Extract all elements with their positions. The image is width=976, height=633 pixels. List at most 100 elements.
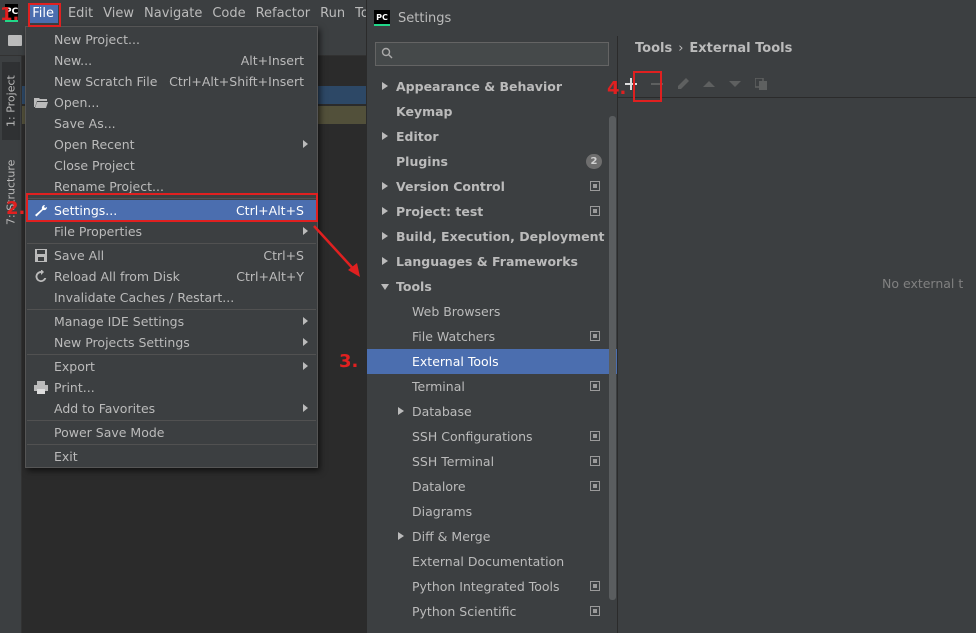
menu-item-label: Save All bbox=[54, 248, 105, 263]
menu-item-shortcut: Ctrl+S bbox=[263, 248, 304, 263]
annotation-arrow-icon bbox=[313, 225, 360, 277]
tree-item-external-documentation[interactable]: External Documentation bbox=[367, 549, 617, 574]
external-tools-toolbar bbox=[618, 70, 976, 98]
tool-window-tab-project[interactable]: 1: Project bbox=[2, 62, 20, 140]
menu-item-invalidate-caches[interactable]: Invalidate Caches / Restart... bbox=[26, 287, 317, 308]
expand-arrow-icon bbox=[382, 182, 388, 190]
submenu-arrow-icon bbox=[303, 362, 308, 370]
tree-item-terminal[interactable]: Terminal bbox=[367, 374, 617, 399]
settings-dialog: PC Settings Appearance & Behavior Keymap… bbox=[366, 0, 976, 633]
menu-item-new-projects-settings[interactable]: New Projects Settings bbox=[26, 332, 317, 353]
tree-item-label: Database bbox=[412, 404, 472, 419]
menu-item-manage-ide-settings[interactable]: Manage IDE Settings bbox=[26, 311, 317, 332]
tree-item-file-watchers[interactable]: File Watchers bbox=[367, 324, 617, 349]
annotation-box-settings bbox=[26, 193, 318, 222]
menu-item-label: New... bbox=[54, 53, 93, 68]
copy-tool-button[interactable] bbox=[751, 74, 771, 94]
tree-item-diff-merge[interactable]: Diff & Merge bbox=[367, 524, 617, 549]
edit-tool-button[interactable] bbox=[673, 74, 693, 94]
tree-item-ssh-terminal[interactable]: SSH Terminal bbox=[367, 449, 617, 474]
tree-item-label: Python Integrated Tools bbox=[412, 579, 560, 594]
menu-item-new[interactable]: New... Alt+Insert bbox=[26, 50, 317, 71]
breadcrumb-parent[interactable]: Tools bbox=[635, 41, 672, 56]
menu-item-label: Exit bbox=[54, 449, 78, 464]
tree-item-web-browsers[interactable]: Web Browsers bbox=[367, 299, 617, 324]
tree-item-label: SSH Configurations bbox=[412, 429, 533, 444]
menu-item-open-recent[interactable]: Open Recent bbox=[26, 134, 317, 155]
tree-item-version-control[interactable]: Version Control bbox=[367, 174, 617, 199]
menu-separator bbox=[27, 309, 316, 310]
menu-item-label: Save As... bbox=[54, 116, 116, 131]
tree-item-languages-frameworks[interactable]: Languages & Frameworks bbox=[367, 249, 617, 274]
menu-item-export[interactable]: Export bbox=[26, 356, 317, 377]
menu-item-power-save-mode[interactable]: Power Save Mode bbox=[26, 422, 317, 443]
menu-edit[interactable]: Edit bbox=[68, 6, 93, 21]
menu-code[interactable]: Code bbox=[212, 6, 245, 21]
tree-scrollbar[interactable] bbox=[609, 116, 616, 600]
tree-item-plugins[interactable]: Plugins 2 bbox=[367, 149, 617, 174]
menu-item-reload-all[interactable]: Reload All from Disk Ctrl+Alt+Y bbox=[26, 266, 317, 287]
arrow-up-icon bbox=[703, 81, 715, 87]
submenu-arrow-icon bbox=[303, 404, 308, 412]
tree-item-project-test[interactable]: Project: test bbox=[367, 199, 617, 224]
menu-item-label: New Projects Settings bbox=[54, 335, 190, 350]
folder-icon bbox=[8, 35, 22, 46]
tree-item-label: Appearance & Behavior bbox=[396, 79, 562, 94]
tree-item-label: Build, Execution, Deployment bbox=[396, 229, 605, 244]
menu-view[interactable]: View bbox=[103, 6, 134, 21]
printer-icon bbox=[34, 381, 48, 394]
menu-item-save-as[interactable]: Save As... bbox=[26, 113, 317, 134]
tree-item-keymap[interactable]: Keymap bbox=[367, 99, 617, 124]
menu-separator bbox=[27, 420, 316, 421]
tree-item-datalore[interactable]: Datalore bbox=[367, 474, 617, 499]
project-level-icon bbox=[590, 206, 600, 216]
tree-item-database[interactable]: Database bbox=[367, 399, 617, 424]
menu-item-new-scratch-file[interactable]: New Scratch File Ctrl+Alt+Shift+Insert bbox=[26, 71, 317, 92]
tree-item-label: Project: test bbox=[396, 204, 484, 219]
tree-item-label: Diagrams bbox=[412, 504, 473, 519]
open-folder-icon bbox=[34, 98, 48, 108]
tree-item-external-tools[interactable]: External Tools bbox=[367, 349, 617, 374]
tree-item-ssh-configurations[interactable]: SSH Configurations bbox=[367, 424, 617, 449]
project-level-icon bbox=[590, 431, 600, 441]
tree-item-label: Diff & Merge bbox=[412, 529, 491, 544]
menu-item-close-project[interactable]: Close Project bbox=[26, 155, 317, 176]
tree-item-appearance-behavior[interactable]: Appearance & Behavior bbox=[367, 74, 617, 99]
menu-refactor[interactable]: Refactor bbox=[256, 6, 311, 21]
tree-item-editor[interactable]: Editor bbox=[367, 124, 617, 149]
tree-item-build-execution-deployment[interactable]: Build, Execution, Deployment bbox=[367, 224, 617, 249]
collapse-arrow-icon bbox=[381, 284, 389, 290]
submenu-arrow-icon bbox=[303, 317, 308, 325]
pencil-icon bbox=[678, 78, 689, 89]
menu-item-save-all[interactable]: Save All Ctrl+S bbox=[26, 245, 317, 266]
expand-arrow-icon bbox=[382, 132, 388, 140]
tree-item-label: Web Browsers bbox=[412, 304, 501, 319]
menu-run[interactable]: Run bbox=[320, 6, 345, 21]
menu-item-exit[interactable]: Exit bbox=[26, 446, 317, 467]
menu-item-label: Add to Favorites bbox=[54, 401, 156, 416]
tree-item-diagrams[interactable]: Diagrams bbox=[367, 499, 617, 524]
annotation-step-3: 3. bbox=[339, 351, 359, 372]
menu-item-print[interactable]: Print... bbox=[26, 377, 317, 398]
project-level-icon bbox=[590, 331, 600, 341]
menu-item-label: Invalidate Caches / Restart... bbox=[54, 290, 235, 305]
move-down-button[interactable] bbox=[725, 74, 745, 94]
menu-navigate[interactable]: Navigate bbox=[144, 6, 202, 21]
menu-item-label: Manage IDE Settings bbox=[54, 314, 185, 329]
menu-item-file-properties[interactable]: File Properties bbox=[26, 221, 317, 242]
breadcrumb-separator: › bbox=[678, 41, 684, 56]
menu-item-new-project[interactable]: New Project... bbox=[26, 29, 317, 50]
menu-item-add-to-favorites[interactable]: Add to Favorites bbox=[26, 398, 317, 419]
tool-window-tab-structure[interactable]: 7: Structure bbox=[2, 152, 20, 232]
tree-item-label: External Documentation bbox=[412, 554, 565, 569]
annotation-step-4: 4. bbox=[607, 78, 627, 99]
tree-item-python-scientific[interactable]: Python Scientific bbox=[367, 599, 617, 624]
move-up-button[interactable] bbox=[699, 74, 719, 94]
project-level-icon bbox=[590, 481, 600, 491]
settings-search-input[interactable] bbox=[375, 42, 609, 66]
menu-item-open[interactable]: Open... bbox=[26, 92, 317, 113]
tree-item-label: Python Scientific bbox=[412, 604, 517, 619]
tree-item-python-integrated-tools[interactable]: Python Integrated Tools bbox=[367, 574, 617, 599]
tree-item-label: File Watchers bbox=[412, 329, 496, 344]
tree-item-tools[interactable]: Tools bbox=[367, 274, 617, 299]
